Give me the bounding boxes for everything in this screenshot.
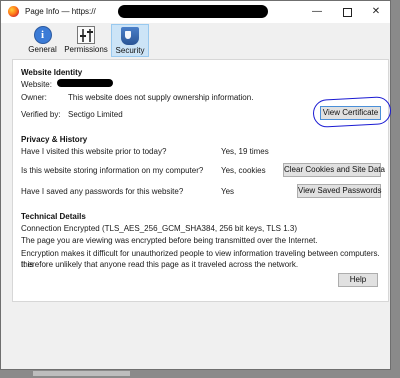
tab-general-label: General bbox=[28, 45, 57, 54]
passwords-question: Have I saved any passwords for this webs… bbox=[21, 187, 184, 196]
website-identity-heading: Website Identity bbox=[21, 68, 83, 77]
info-icon: i bbox=[33, 26, 52, 44]
view-certificate-button[interactable]: View Certificate bbox=[320, 106, 381, 120]
tab-security-label: Security bbox=[115, 46, 145, 55]
redacted-website bbox=[57, 79, 113, 87]
maximize-icon bbox=[342, 8, 352, 17]
shield-icon bbox=[121, 27, 139, 45]
tab-general[interactable]: i General bbox=[26, 24, 59, 57]
close-button[interactable]: ✕ bbox=[369, 5, 383, 19]
passwords-answer: Yes bbox=[221, 187, 235, 196]
storing-answer: Yes, cookies bbox=[221, 166, 266, 175]
tab-toolbar: i General Permissions Security bbox=[1, 23, 390, 59]
tab-permissions[interactable]: Permissions bbox=[64, 24, 108, 57]
firefox-icon bbox=[8, 6, 19, 17]
encryption-note: The page you are viewing was encrypted b… bbox=[21, 236, 318, 245]
title-bar[interactable]: Page Info — https:// — ✕ bbox=[1, 1, 390, 23]
clear-cookies-button[interactable]: Clear Cookies and Site Data bbox=[283, 163, 385, 177]
maximize-button[interactable] bbox=[340, 5, 354, 19]
encryption-explanation-2: therefore unlikely that anyone read this… bbox=[21, 260, 299, 269]
owner-label: Owner: bbox=[21, 93, 47, 102]
help-button[interactable]: Help bbox=[338, 273, 378, 287]
connection-details: Connection Encrypted (TLS_AES_256_GCM_SH… bbox=[21, 224, 298, 233]
verified-by-value: Sectigo Limited bbox=[68, 110, 123, 119]
tab-permissions-label: Permissions bbox=[64, 45, 108, 54]
verified-by-label: Verified by: bbox=[21, 110, 61, 119]
privacy-history-heading: Privacy & History bbox=[21, 135, 88, 144]
page-info-window: Page Info — https:// — ✕ i General Permi… bbox=[0, 0, 392, 370]
security-panel: Website Identity Website: Owner: This we… bbox=[12, 59, 392, 302]
minimize-button[interactable]: — bbox=[310, 5, 324, 19]
owner-value: This website does not supply ownership i… bbox=[68, 93, 254, 102]
view-saved-passwords-button[interactable]: View Saved Passwords bbox=[297, 184, 381, 198]
website-label: Website: bbox=[21, 80, 52, 89]
technical-details-heading: Technical Details bbox=[21, 212, 86, 221]
taskbar-strip bbox=[33, 371, 130, 376]
redacted-url bbox=[118, 5, 268, 18]
storing-question: Is this website storing information on m… bbox=[21, 166, 204, 175]
visited-question: Have I visited this website prior to tod… bbox=[21, 147, 167, 156]
tab-security[interactable]: Security bbox=[111, 24, 149, 57]
visited-answer: Yes, 19 times bbox=[221, 147, 269, 156]
permissions-icon bbox=[77, 26, 95, 44]
window-title: Page Info — https:// bbox=[25, 7, 96, 16]
